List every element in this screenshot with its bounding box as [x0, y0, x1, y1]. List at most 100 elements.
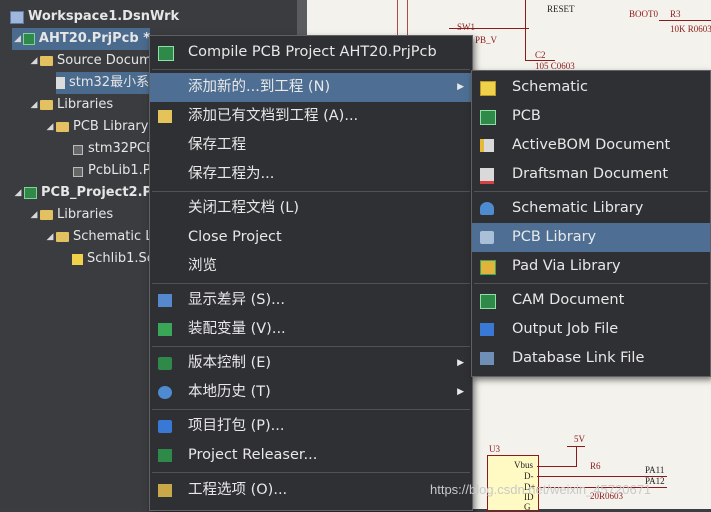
watermark-text: https://blog.csdn.net/weixin_45720671 [430, 482, 652, 497]
schematic-doc-icon [56, 77, 65, 89]
tree-item-libraries[interactable]: ◢ Libraries [28, 94, 114, 116]
cam-icon [480, 294, 496, 309]
menu-item-version-control[interactable]: 版本控制 (E) ▶ [150, 349, 472, 378]
menu-item-project-packager[interactable]: 项目打包 (P)... [150, 412, 472, 441]
expand-triangle-icon[interactable]: ◢ [28, 94, 40, 116]
project-context-menu: Compile PCB Project AHT20.PrjPcb 添加新的...… [149, 35, 473, 511]
submenu-arrow-icon: ▶ [457, 82, 464, 92]
activebom-icon [480, 139, 494, 152]
menu-item-local-history[interactable]: 本地历史 (T) ▶ [150, 378, 472, 407]
submenu-item-cam-document[interactable]: CAM Document [472, 286, 710, 315]
submenu-item-output-job[interactable]: Output Job File [472, 315, 710, 344]
tree-item-source-docs[interactable]: ◢ Source Docum [28, 50, 152, 72]
expand-triangle-icon[interactable]: ◢ [44, 226, 56, 248]
tree-item-schdoc[interactable]: stm32最小系 [56, 72, 150, 94]
menu-item-close-project[interactable]: Close Project [150, 223, 472, 252]
tree-item-libraries2[interactable]: ◢ Libraries [28, 204, 114, 226]
menu-item-variants[interactable]: 装配变量 (V)... [150, 315, 472, 344]
draftsman-icon [480, 168, 494, 184]
project2-label: PCB_Project2.P [41, 185, 153, 200]
folder-icon [56, 232, 69, 242]
database-link-icon [480, 352, 494, 365]
menu-item-save-project-as[interactable]: 保存工程为... [150, 160, 472, 189]
submenu-arrow-icon: ▶ [457, 387, 464, 397]
tree-item-project2[interactable]: ◢ PCB_Project2.P [12, 182, 153, 204]
compile-icon [158, 46, 174, 61]
source-docs-label: Source Docum [57, 53, 152, 68]
tree-item-pcb-library-folder[interactable]: ◢ PCB Library [44, 116, 149, 138]
r3-label: R3 [670, 9, 681, 19]
pcblib-b-label: PcbLib1.P [88, 163, 151, 178]
pb-v-label: PB_V [475, 35, 498, 45]
folder-icon [40, 210, 53, 220]
options-icon [158, 484, 172, 497]
submenu-item-schematic-library[interactable]: Schematic Library [472, 194, 710, 223]
pa11-net-label: PA11 [645, 465, 665, 475]
releaser-icon [158, 449, 172, 462]
schematic-library-icon [72, 253, 83, 265]
expand-triangle-icon[interactable]: ◢ [44, 116, 56, 138]
sch-library-folder-label: Schematic Li [73, 229, 157, 244]
version-control-icon [158, 357, 172, 370]
expand-triangle-icon[interactable]: ◢ [12, 182, 24, 204]
project-label: AHT20.PrjPcb * [38, 31, 150, 46]
package-icon [158, 420, 172, 433]
expand-triangle-icon[interactable]: ◢ [28, 50, 40, 72]
menu-item-close-project-docs[interactable]: 关闭工程文档 (L) [150, 194, 472, 223]
history-icon [158, 386, 172, 399]
tree-item-project-aht20[interactable]: ◢ AHT20.PrjPcb * [12, 28, 150, 50]
gnd-pin: G [524, 502, 531, 512]
tree-item-schlib1[interactable]: Schlib1.Sc [72, 248, 154, 270]
add-existing-icon [158, 110, 172, 123]
menu-item-explore[interactable]: 浏览 [150, 252, 472, 281]
project-icon [24, 187, 37, 199]
pcb-icon [480, 110, 496, 125]
pcb-library-folder-label: PCB Library [73, 119, 149, 134]
folder-icon [40, 100, 53, 110]
menu-item-project-options[interactable]: 工程选项 (O)... [150, 476, 472, 505]
pcblib-a-label: stm32PCB [88, 141, 155, 156]
expand-triangle-icon[interactable]: ◢ [28, 204, 40, 226]
workspace-icon [10, 10, 24, 24]
submenu-item-pad-via-library[interactable]: Pad Via Library [472, 252, 710, 281]
variant-icon [158, 323, 172, 336]
expand-triangle-icon[interactable]: ◢ [12, 28, 23, 50]
menu-item-compile[interactable]: Compile PCB Project AHT20.PrjPcb [150, 38, 472, 67]
schematic-icon [480, 81, 496, 96]
folder-icon [56, 122, 69, 132]
menu-item-add-new-to-project[interactable]: 添加新的...到工程 (N) ▶ [150, 73, 472, 102]
pcb-library-icon [72, 143, 84, 155]
submenu-item-pcb[interactable]: PCB [472, 102, 710, 131]
workspace-label: Workspace1.DsnWrk [28, 9, 180, 24]
menu-item-add-existing[interactable]: 添加已有文档到工程 (A)... [150, 102, 472, 131]
vbus-pin: Vbus [514, 460, 534, 470]
menu-item-save-project[interactable]: 保存工程 [150, 131, 472, 160]
sw1-label: SW1 [457, 22, 475, 32]
submenu-item-activebom[interactable]: ActiveBOM Document [472, 131, 710, 160]
schlib1-label: Schlib1.Sc [87, 251, 154, 266]
menu-item-project-releaser[interactable]: Project Releaser... [150, 441, 472, 470]
schematic-library-icon [480, 202, 494, 215]
schdoc-label: stm32最小系 [69, 75, 150, 90]
submenu-item-pcb-library[interactable]: PCB Library [472, 223, 710, 252]
u3-label: U3 [489, 444, 500, 454]
reset-net-label: RESET [547, 4, 575, 14]
submenu-item-database-link[interactable]: Database Link File [472, 344, 710, 373]
libraries-label: Libraries [57, 97, 114, 112]
menu-item-show-differences[interactable]: 显示差异 (S)... [150, 286, 472, 315]
tree-item-workspace[interactable]: Workspace1.DsnWrk [10, 6, 179, 28]
c2-label: C2 [535, 50, 546, 60]
tree-item-pcblib-stm32[interactable]: stm32PCB [72, 138, 155, 160]
5v-net-label: 5V [574, 434, 585, 444]
libraries2-label: Libraries [57, 207, 114, 222]
tree-item-pcblib1[interactable]: PcbLib1.P [72, 160, 151, 182]
diff-icon [158, 294, 172, 307]
pcb-library-icon [480, 231, 494, 244]
tree-item-schematic-library-folder[interactable]: ◢ Schematic Li [44, 226, 157, 248]
pcb-library-icon [72, 165, 84, 177]
project-icon [22, 33, 35, 45]
submenu-item-draftsman[interactable]: Draftsman Document [472, 160, 710, 189]
submenu-arrow-icon: ▶ [457, 358, 464, 368]
r3-value: 10K R0603 [670, 24, 711, 34]
submenu-item-schematic[interactable]: Schematic [472, 73, 710, 102]
